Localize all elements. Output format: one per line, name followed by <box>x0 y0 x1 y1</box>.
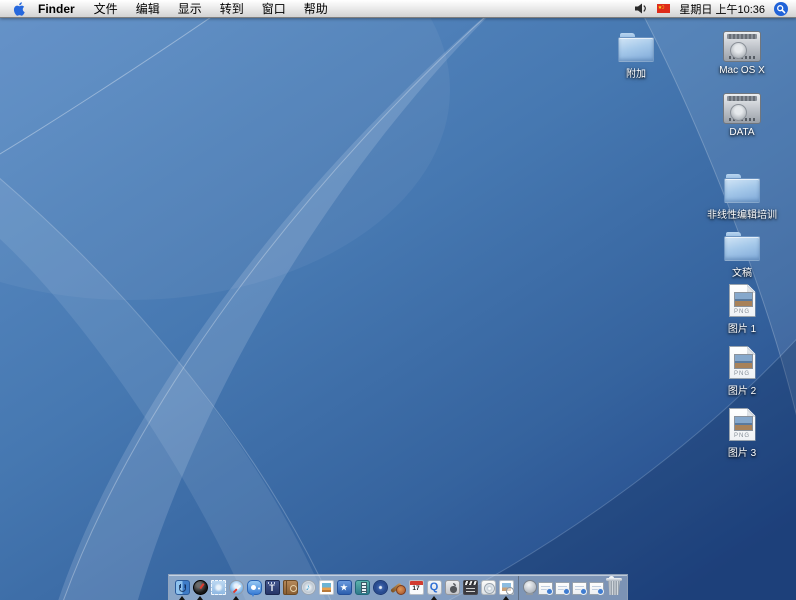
minimized-window-1[interactable] <box>538 575 553 600</box>
menu-file[interactable]: 文件 <box>85 0 127 17</box>
desktop-icon-picture-3[interactable]: PNG 图片 3 <box>692 405 792 459</box>
dock-toast-burn-icon[interactable] <box>479 575 497 600</box>
desktop-icon-label: 图片 2 <box>728 382 756 397</box>
desktop-icon-label: Mac OS X <box>719 65 765 76</box>
desktop-icon-label: 文稿 <box>732 264 752 279</box>
dock-garageband-icon[interactable] <box>389 575 407 600</box>
minimized-window-3[interactable] <box>572 575 587 600</box>
dock-address-book-icon[interactable] <box>281 575 299 600</box>
running-indicator <box>503 596 509 600</box>
menu-edit[interactable]: 编辑 <box>127 0 169 17</box>
menu-bar-clock[interactable]: 星期日 上午10:36 <box>679 1 765 17</box>
dock-idvd-icon[interactable] <box>371 575 389 600</box>
dock-t-notebook-app-icon[interactable]: T <box>263 575 281 600</box>
apple-menu[interactable] <box>8 0 34 17</box>
running-indicator <box>431 596 437 600</box>
dock-ichat-icon[interactable] <box>245 575 263 600</box>
desktop-icon-label: 附加 <box>626 65 646 80</box>
dock-safari-icon[interactable] <box>227 575 245 600</box>
dock-mail-icon[interactable] <box>209 575 227 600</box>
desktop-icon-label: 图片 1 <box>728 320 756 335</box>
dock-trash-icon[interactable] <box>606 575 622 600</box>
desktop-icon-attached-folder[interactable]: 附加 <box>586 26 686 80</box>
dock-finder-icon[interactable] <box>173 575 191 600</box>
minimized-window-4[interactable] <box>589 575 604 600</box>
dock-separator <box>518 576 519 600</box>
desktop-icon-label: 图片 3 <box>728 444 756 459</box>
apple-logo-icon <box>13 2 25 16</box>
folder-icon <box>618 33 654 62</box>
menu-help[interactable]: 帮助 <box>295 0 337 17</box>
desktop-icon-macosx-drive[interactable]: Mac OS X <box>692 26 792 76</box>
dock-dashboard-icon[interactable] <box>191 575 209 600</box>
hard-drive-icon <box>723 31 761 62</box>
png-file-icon: PNG <box>729 346 756 379</box>
aqua-blue-wallpaper <box>0 0 796 600</box>
folder-icon <box>724 232 760 261</box>
dock-gauge-widget-icon[interactable] <box>523 575 536 600</box>
dock-ical-icon[interactable]: 17 <box>407 575 425 600</box>
minimized-window-2[interactable] <box>555 575 570 600</box>
png-file-icon: PNG <box>729 284 756 317</box>
desktop-icon-label: DATA <box>729 127 754 138</box>
input-method-flag-cn-icon[interactable] <box>657 0 670 17</box>
dock-system-preferences-icon[interactable] <box>443 575 461 600</box>
dock-video-editor-icon[interactable] <box>353 575 371 600</box>
volume-icon[interactable] <box>634 0 648 17</box>
dock-itunes-icon[interactable]: ♪ <box>299 575 317 600</box>
spotlight-icon[interactable] <box>774 0 788 17</box>
dock-quicktime-icon[interactable]: Q <box>425 575 443 600</box>
desktop-icon-data-drive[interactable]: DATA <box>692 88 792 138</box>
desktop-icon-picture-1[interactable]: PNG 图片 1 <box>692 281 792 335</box>
menu-view[interactable]: 显示 <box>169 0 211 17</box>
folder-icon <box>724 174 760 203</box>
dock-clapperboard-icon[interactable] <box>461 575 479 600</box>
active-app-menu[interactable]: Finder <box>34 2 85 16</box>
desktop-icon-documents-folder[interactable]: 文稿 <box>692 225 792 279</box>
menu-bar: Finder 文件 编辑 显示 转到 窗口 帮助 <box>0 0 796 18</box>
desktop-icon-label: 非线性编辑培训 <box>707 206 777 221</box>
png-file-icon: PNG <box>729 408 756 441</box>
dock-iphoto-icon[interactable] <box>317 575 335 600</box>
running-indicator <box>179 596 185 600</box>
desktop-icon-picture-2[interactable]: PNG 图片 2 <box>692 343 792 397</box>
desktop-screen: Finder 文件 编辑 显示 转到 窗口 帮助 <box>0 0 796 600</box>
dock-imovie-icon[interactable]: ★ <box>335 575 353 600</box>
menu-window[interactable]: 窗口 <box>253 0 295 17</box>
running-indicator <box>197 596 203 600</box>
desktop-icon-nle-training-folder[interactable]: 非线性编辑培训 <box>692 167 792 221</box>
hard-drive-icon <box>723 93 761 124</box>
running-indicator <box>233 596 239 600</box>
menu-go[interactable]: 转到 <box>211 0 253 17</box>
dock: T ♪ ★ 17 Q <box>168 574 628 600</box>
dock-preview-icon[interactable] <box>497 575 515 600</box>
